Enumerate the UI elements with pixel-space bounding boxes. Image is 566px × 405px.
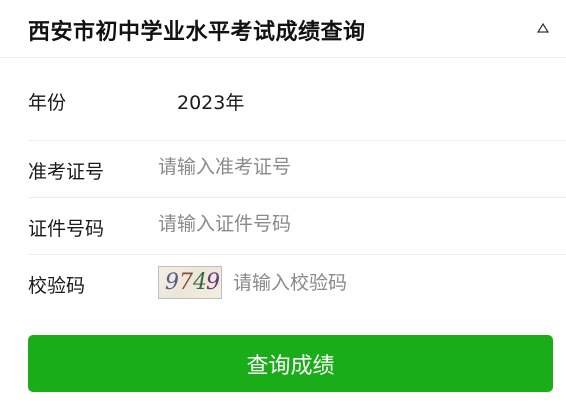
year-value: 2023年 xyxy=(177,92,245,114)
captcha-digit: 4 xyxy=(193,270,207,295)
triangle-up-icon[interactable] xyxy=(537,22,549,34)
captcha-digit: 7 xyxy=(179,270,193,295)
exam-number-row: 准考证号 xyxy=(0,141,566,197)
id-number-row: 证件号码 xyxy=(0,198,566,254)
captcha-input[interactable] xyxy=(233,266,533,300)
id-number-input[interactable] xyxy=(158,207,538,241)
query-score-button[interactable]: 查询成绩 xyxy=(28,335,553,392)
captcha-digit: 9 xyxy=(165,270,179,295)
id-number-label: 证件号码 xyxy=(28,218,105,240)
year-label: 年份 xyxy=(28,92,67,114)
page-header: 西安市初中学业水平考试成绩查询 xyxy=(0,0,566,58)
year-row: 年份 2023年 xyxy=(0,72,566,128)
captcha-digit: 9 xyxy=(206,270,220,295)
exam-number-label: 准考证号 xyxy=(28,161,105,183)
exam-number-input[interactable] xyxy=(158,150,538,184)
captcha-row: 校验码 xyxy=(0,255,566,311)
page-title: 西安市初中学业水平考试成绩查询 xyxy=(28,20,366,45)
captcha-image[interactable]: 9 7 4 9 xyxy=(158,266,222,299)
captcha-label: 校验码 xyxy=(28,275,86,297)
